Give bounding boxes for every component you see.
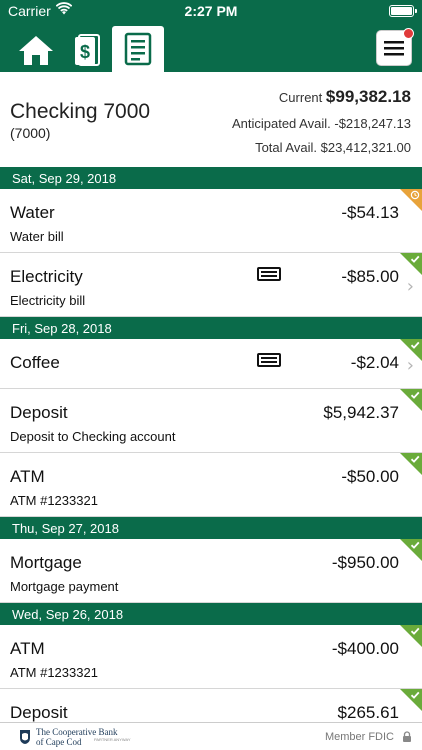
check-icon	[410, 455, 420, 463]
fdic-label: Member FDIC	[324, 731, 394, 743]
transaction-amount: -$2.04	[350, 353, 399, 372]
current-balance: Current $99,382.18	[279, 87, 411, 107]
transaction-title: Electricity	[10, 267, 83, 286]
transaction-amount: -$85.00	[341, 267, 399, 286]
card-icon	[257, 267, 281, 281]
check-icon	[410, 341, 420, 349]
check-icon	[410, 391, 420, 399]
transaction-description: Water bill	[10, 229, 64, 244]
transaction-row-atm[interactable]: ATM ATM #1233321 -$400.00	[0, 625, 422, 689]
transaction-amount: -$50.00	[341, 467, 399, 486]
transaction-title: Coffee	[10, 353, 60, 372]
date-header: Fri, Sep 28, 2018	[0, 317, 422, 339]
chevron-right-icon: ›	[406, 276, 414, 297]
notification-dot	[403, 28, 414, 39]
home-tab[interactable]	[14, 28, 58, 72]
money-icon: $	[75, 34, 100, 66]
transaction-description: ATM #1233321	[10, 665, 98, 680]
total-value: $23,412,321.00	[320, 140, 411, 155]
transaction-description: Electricity bill	[10, 293, 86, 308]
clock-icon	[410, 190, 420, 200]
transactions-tab[interactable]	[112, 26, 164, 72]
menu-button[interactable]	[376, 28, 414, 66]
check-icon	[410, 627, 420, 635]
battery-icon	[389, 5, 417, 17]
transaction-row-atm[interactable]: ATM ATM #1233321 -$50.00	[0, 453, 422, 517]
transaction-amount: -$400.00	[331, 639, 399, 658]
anticipated-label: Anticipated Avail.	[231, 116, 331, 131]
transaction-title: Mortgage	[10, 553, 82, 572]
date-header: Sat, Sep 29, 2018	[0, 167, 422, 189]
check-icon	[410, 255, 420, 263]
anticipated-value: -$218,247.13	[334, 116, 411, 131]
transaction-amount: -$950.00	[331, 553, 399, 572]
lock-icon	[403, 731, 411, 742]
date-header: Thu, Sep 27, 2018	[0, 517, 422, 539]
account-name: Checking 7000	[10, 100, 151, 123]
date-header: Wed, Sep 26, 2018	[0, 603, 422, 625]
total-label: Total Avail.	[255, 140, 317, 155]
transaction-title: Deposit	[10, 403, 68, 422]
account-summary: Checking 7000 (7000) Current $99,382.18 …	[0, 72, 422, 167]
transaction-title: ATM	[10, 639, 45, 658]
transaction-amount: $5,942.37	[323, 403, 399, 422]
transaction-row-electricity[interactable]: Electricity Electricity bill -$85.00 ›	[0, 253, 422, 317]
top-nav: $	[0, 22, 422, 72]
check-icon	[410, 691, 420, 699]
accounts-tab[interactable]: $	[64, 28, 108, 72]
transaction-row-mortgage[interactable]: Mortgage Mortgage payment -$950.00	[0, 539, 422, 603]
card-icon	[257, 353, 281, 367]
current-label: Current	[278, 90, 323, 105]
hamburger-icon	[384, 41, 404, 56]
transaction-amount: $265.61	[337, 703, 399, 722]
home-icon	[19, 36, 53, 65]
clock: 2:27 PM	[184, 3, 238, 19]
transaction-description: Mortgage payment	[10, 579, 119, 594]
anticipated-balance: Anticipated Avail. -$218,247.13	[232, 116, 411, 131]
svg-text:$: $	[80, 42, 90, 62]
current-value: $99,382.18	[325, 87, 411, 106]
bank-tagline: PARTNER ANYWAY	[94, 737, 131, 742]
total-balance: Total Avail. $23,412,321.00	[255, 140, 411, 155]
transaction-title: Deposit	[10, 703, 68, 722]
status-bar: Carrier 2:27 PM	[0, 0, 422, 22]
check-icon	[410, 541, 420, 549]
transaction-row-coffee[interactable]: Coffee -$2.04 ›	[0, 339, 422, 389]
transaction-title: ATM	[10, 467, 45, 486]
transaction-title: Water	[10, 203, 55, 222]
ledger-icon	[124, 32, 152, 66]
account-number: (7000)	[10, 125, 51, 141]
transaction-description: Deposit to Checking account	[10, 429, 176, 444]
bank-logo-icon	[20, 730, 30, 744]
transaction-row-water[interactable]: Water Water bill -$54.13	[0, 189, 422, 253]
footer: The Cooperative Bank of Cape Cod PARTNER…	[0, 722, 422, 750]
transaction-amount: -$54.13	[341, 203, 399, 222]
transaction-description: ATM #1233321	[10, 493, 98, 508]
transaction-row-deposit[interactable]: Deposit Deposit to Checking account $5,9…	[0, 389, 422, 453]
